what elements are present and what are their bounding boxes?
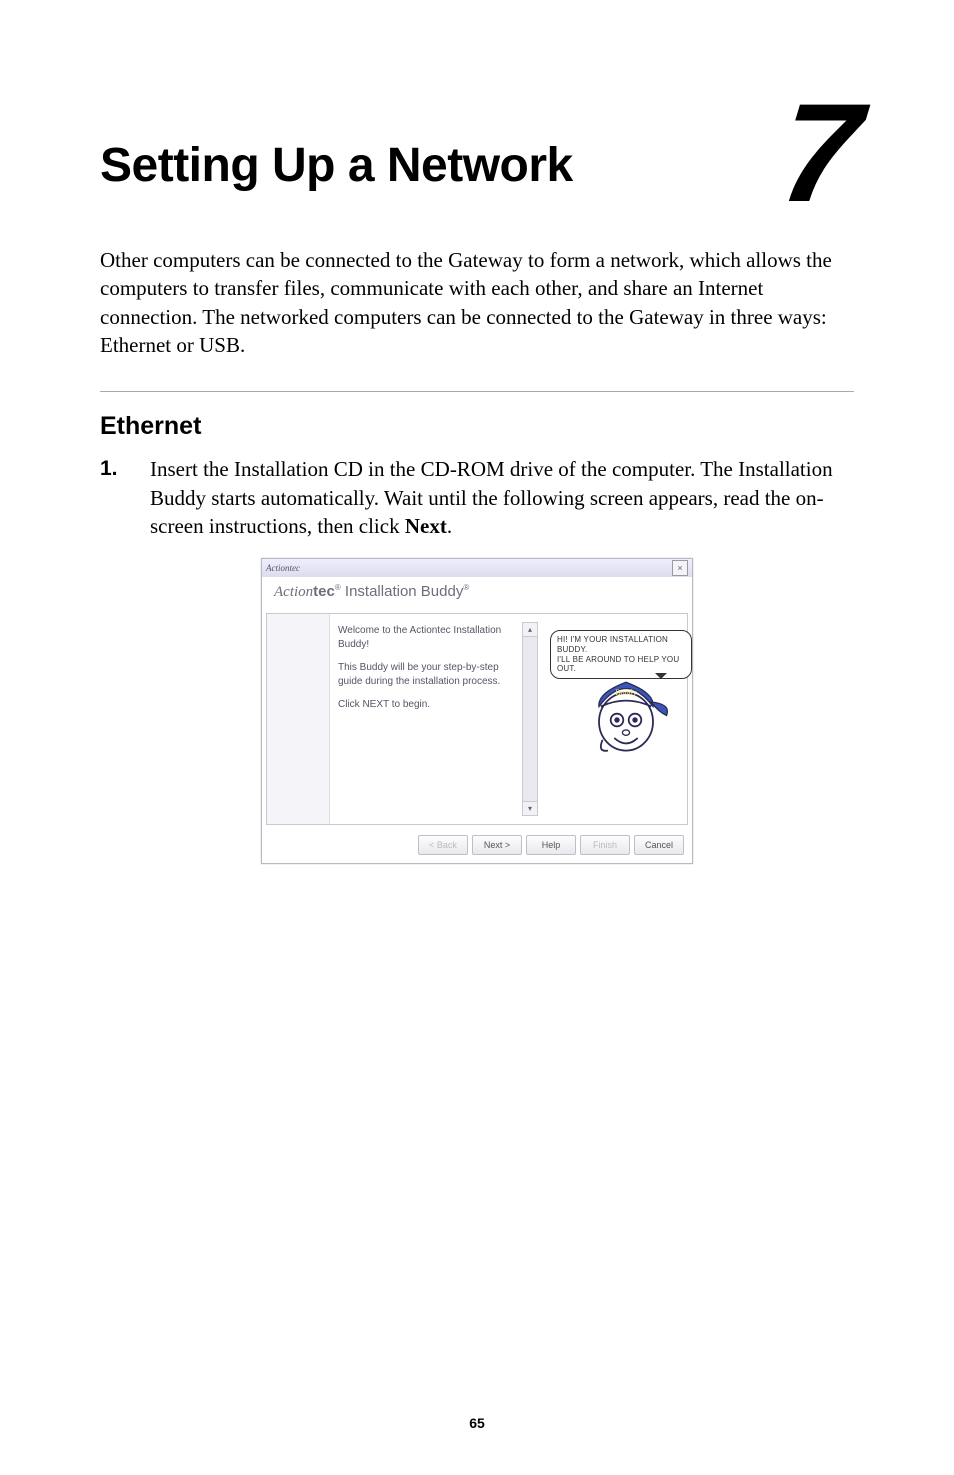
- back-button-label: < Back: [429, 840, 457, 850]
- step-1-cdrom: CD-ROM: [421, 457, 505, 481]
- step-1-period: .: [447, 514, 452, 538]
- scroll-down-button[interactable]: ▾: [523, 801, 537, 815]
- help-button[interactable]: Help: [526, 835, 576, 855]
- finish-button[interactable]: Finish: [580, 835, 630, 855]
- intro-paragraph: Other computers can be connected to the …: [100, 246, 854, 359]
- back-button[interactable]: < Back: [418, 835, 468, 855]
- brand-reg-2: ®: [463, 583, 469, 592]
- installer-right-content: ▴ ▾ Hi! I'm your installation buddy. I'l…: [522, 622, 681, 816]
- close-button[interactable]: ×: [672, 560, 688, 576]
- installer-window: Actiontec × Actiontec ® Installation Budd…: [261, 558, 693, 864]
- step-1-cd: CD: [334, 457, 363, 481]
- installer-body: Welcome to the Actiontec Installation Bu…: [266, 613, 688, 825]
- help-button-label: Help: [542, 840, 561, 850]
- finish-button-label: Finish: [593, 840, 617, 850]
- section-heading-ethernet: Ethernet: [100, 412, 854, 441]
- step-1-next-label: Next: [405, 514, 447, 538]
- installer-body-text: Welcome to the Actiontec Installation Bu…: [330, 614, 522, 824]
- document-page: Setting Up a Network 7 Other computers c…: [0, 0, 954, 1475]
- installer-left-panel: [267, 614, 330, 824]
- buddy-character-icon: Buddy: [581, 666, 671, 756]
- step-1-text: Insert the Installation CD in the CD-ROM…: [150, 455, 854, 540]
- installer-line-3: Click NEXT to begin.: [338, 698, 514, 712]
- section-divider: [100, 391, 854, 392]
- installer-titlebar: Actiontec ×: [262, 559, 692, 577]
- scrollbar[interactable]: ▴ ▾: [522, 622, 538, 816]
- next-button[interactable]: Next >: [472, 835, 522, 855]
- installer-line-2: This Buddy will be your step-by-step gui…: [338, 661, 514, 688]
- installer-figure: Actiontec × Actiontec ® Installation Budd…: [100, 558, 854, 864]
- brand-inst: Installation Buddy: [341, 583, 464, 600]
- step-1-frag-b: in the: [363, 457, 421, 481]
- scroll-up-icon: ▴: [528, 625, 532, 634]
- buddy-area: Hi! I'm your installation buddy. I'll be…: [542, 622, 681, 816]
- cancel-button-label: Cancel: [645, 840, 673, 850]
- chapter-number: 7: [776, 90, 861, 216]
- installer-brand: Actiontec® Installation Buddy®: [274, 583, 469, 600]
- close-icon: ×: [677, 564, 682, 573]
- installer-line-1: Welcome to the Actiontec Installation Bu…: [338, 624, 514, 651]
- step-1-number: 1.: [100, 455, 128, 540]
- step-1-frag-a: Insert the Installation: [150, 457, 334, 481]
- chapter-title: Setting Up a Network: [100, 110, 573, 193]
- brand-action: Action: [274, 584, 313, 600]
- installer-footer: < Back Next > Help Finish Cancel: [262, 825, 692, 863]
- installer-right-panel: ▴ ▾ Hi! I'm your installation buddy. I'l…: [522, 614, 687, 824]
- next-button-label: Next >: [484, 840, 510, 850]
- brand-tec: tec: [313, 583, 335, 600]
- scroll-up-button[interactable]: ▴: [523, 623, 537, 637]
- page-number: 65: [0, 1415, 954, 1431]
- step-1: 1. Insert the Installation CD in the CD-…: [100, 455, 854, 540]
- speech-line-1: Hi! I'm your installation buddy.: [557, 635, 685, 654]
- scroll-down-icon: ▾: [528, 804, 532, 813]
- cancel-button[interactable]: Cancel: [634, 835, 684, 855]
- installer-header: Actiontec® Installation Buddy®: [262, 577, 692, 613]
- installer-titlebar-brand: Actiontec: [266, 563, 300, 573]
- buddy-cap-text: Buddy: [615, 688, 637, 697]
- chapter-title-row: Setting Up a Network 7: [100, 110, 854, 216]
